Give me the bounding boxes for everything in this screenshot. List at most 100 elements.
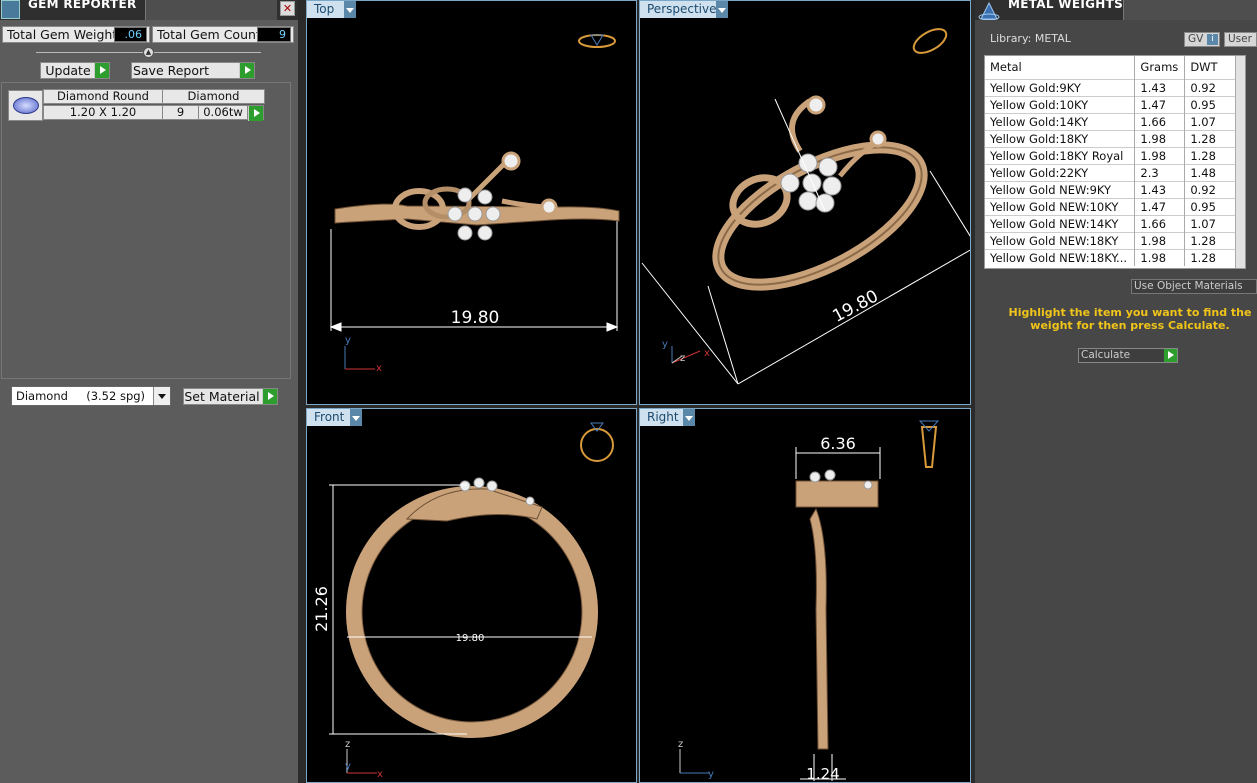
axis-z-label: z — [345, 739, 350, 750]
axis-y-label: y — [345, 761, 351, 772]
chevron-down-icon[interactable] — [716, 1, 728, 18]
viewport-right[interactable]: 6.36 1.24 z y Right — [639, 408, 971, 783]
table-row[interactable]: Yellow Gold NEW:9KY 1.43 0.92 — [985, 180, 1245, 198]
tab-right[interactable]: Right — [640, 409, 695, 426]
titlebar-gripper[interactable] — [145, 0, 277, 20]
column-header-grams[interactable]: Grams — [1134, 56, 1186, 79]
metal-weights-titlebar: METAL WEIGHTS — [975, 0, 1257, 20]
metal-cell: Yellow Gold:18KY Royal — [985, 146, 1136, 164]
axis-x-label: x — [704, 348, 710, 359]
info-icon: i — [1207, 34, 1218, 45]
metal-cell: Yellow Gold NEW:14KY — [985, 214, 1136, 232]
viewport-top[interactable]: 19.80 y x Top — [306, 0, 637, 405]
splitter-knob-icon[interactable]: ▲ — [143, 47, 154, 58]
top-view-drawing: 19.80 y x — [329, 34, 620, 374]
top-dimension-label: 19.80 — [451, 308, 500, 328]
close-icon[interactable]: ✕ — [280, 1, 295, 16]
gem-reporter-app-icon — [1, 0, 20, 19]
gem-weight: 0.06tw — [198, 105, 248, 120]
front-view-drawing: 21.26 19.80 z y x — [312, 422, 614, 780]
axis-x-label: x — [376, 363, 382, 374]
calculate-button[interactable]: Calculate — [1078, 348, 1178, 363]
table-row[interactable]: Yellow Gold NEW:10KY 1.47 0.95 — [985, 197, 1245, 215]
perspective-dimension-label: 19.80 — [829, 286, 881, 327]
grams-cell: 1.66 — [1134, 214, 1186, 232]
gem-reporter-panel: GEM REPORTER ✕ Total Gem Weight .06 Tota… — [0, 0, 298, 783]
gem-count: 9 — [162, 105, 199, 120]
column-header-metal[interactable]: Metal — [985, 56, 1136, 79]
update-button-label: Update — [45, 63, 91, 78]
grams-cell: 1.98 — [1134, 146, 1186, 164]
tab-perspective-label: Perspective — [647, 2, 717, 16]
metal-cell: Yellow Gold NEW:18KY — [985, 231, 1136, 249]
right-thickness-label: 1.24 — [806, 765, 839, 783]
gv-toggle[interactable]: GV i — [1184, 32, 1220, 47]
gem-size: 1.20 X 1.20 — [43, 105, 163, 120]
chevron-down-icon[interactable] — [350, 409, 362, 426]
metal-cell: Yellow Gold NEW:10KY — [985, 197, 1136, 215]
play-icon — [248, 106, 263, 121]
metal-cell: Yellow Gold:18KY — [985, 129, 1136, 147]
table-row[interactable]: Yellow Gold NEW:14KY 1.66 1.07 — [985, 214, 1245, 232]
metal-weights-title: METAL WEIGHTS — [1008, 0, 1124, 11]
metal-cell: Yellow Gold:10KY — [985, 95, 1136, 113]
gem-material: Diamond — [162, 89, 265, 104]
table-row[interactable]: Yellow Gold:14KY 1.66 1.07 — [985, 112, 1245, 130]
scale-icon — [978, 1, 1000, 20]
diamond-round-icon — [13, 97, 39, 114]
viewport-perspective[interactable]: 19.80 y z x Perspective — [639, 0, 971, 405]
perspective-view-drawing: 19.80 y z x — [641, 28, 970, 385]
metal-cell: Yellow Gold:9KY — [985, 78, 1136, 96]
tab-top-label: Top — [314, 2, 335, 16]
table-row[interactable]: Yellow Gold:10KY 1.47 0.95 — [985, 95, 1245, 113]
gem-row-go-button[interactable] — [247, 105, 264, 121]
chevron-down-icon[interactable] — [683, 409, 695, 426]
grams-cell: 1.98 — [1134, 248, 1186, 266]
calculate-hint: Highlight the item you want to find the … — [1008, 306, 1252, 332]
gem-list — [1, 82, 291, 379]
metal-weights-panel: METAL WEIGHTS Library: METAL GV i User M… — [975, 0, 1257, 783]
gv-label: GV — [1188, 33, 1204, 45]
table-row[interactable]: Yellow Gold NEW:18KY 1.98 1.28 — [985, 231, 1245, 249]
viewport-front[interactable]: 21.26 19.80 z y x Front — [306, 408, 637, 783]
calculate-button-label: Calculate — [1081, 349, 1131, 361]
use-object-materials-label: Use Object Materials — [1134, 280, 1243, 292]
set-material-button-label: Set Material — [184, 389, 260, 404]
table-header-row: Metal Grams DWT — [985, 56, 1245, 79]
play-icon — [94, 63, 109, 78]
metal-cell: Yellow Gold:14KY — [985, 112, 1136, 130]
table-row[interactable]: Yellow Gold:9KY 1.43 0.92 — [985, 78, 1245, 96]
user-toggle[interactable]: User — [1224, 32, 1257, 47]
material-select[interactable]: Diamond (3.52 spg) — [11, 386, 171, 406]
table-row[interactable]: Yellow Gold NEW:18KY... 1.98 1.28 — [985, 248, 1245, 266]
front-inner-label: 19.80 — [456, 633, 485, 644]
gem-list-row[interactable]: Diamond Round Diamond 1.20 X 1.20 9 0.06… — [7, 87, 265, 121]
axis-y-label: y — [345, 335, 351, 346]
titlebar-gripper[interactable] — [1123, 0, 1257, 20]
metal-cell: Yellow Gold NEW:18KY... — [985, 248, 1136, 266]
gem-shape: Diamond Round — [43, 89, 163, 104]
save-report-button[interactable]: Save Report — [131, 62, 255, 79]
grams-cell: 1.47 — [1134, 95, 1186, 113]
right-view-drawing: 6.36 1.24 z y — [678, 420, 940, 783]
chevron-down-icon[interactable] — [344, 1, 356, 18]
table-scrollbar[interactable] — [1235, 56, 1245, 268]
library-label: Library: METAL — [990, 32, 1071, 45]
tab-front[interactable]: Front — [307, 409, 362, 426]
table-row[interactable]: Yellow Gold:18KY 1.98 1.28 — [985, 129, 1245, 147]
tab-perspective[interactable]: Perspective — [640, 1, 728, 18]
chevron-down-icon[interactable] — [153, 387, 170, 405]
metal-cell: Yellow Gold:22KY — [985, 163, 1136, 181]
set-material-button[interactable]: Set Material — [183, 388, 278, 405]
save-report-button-label: Save Report — [132, 63, 210, 78]
play-icon — [262, 389, 277, 404]
total-gem-count-value: 9 — [257, 27, 291, 42]
update-button[interactable]: Update — [40, 62, 110, 79]
table-row[interactable]: Yellow Gold:18KY Royal 1.98 1.28 — [985, 146, 1245, 164]
play-icon — [1164, 349, 1177, 362]
axis-z-label: z — [678, 739, 683, 750]
axis-x-label: x — [377, 769, 383, 780]
table-row[interactable]: Yellow Gold:22KY 2.3 1.48 — [985, 163, 1245, 181]
use-object-materials-option[interactable]: Use Object Materials — [1131, 279, 1257, 294]
tab-top[interactable]: Top — [307, 1, 356, 18]
